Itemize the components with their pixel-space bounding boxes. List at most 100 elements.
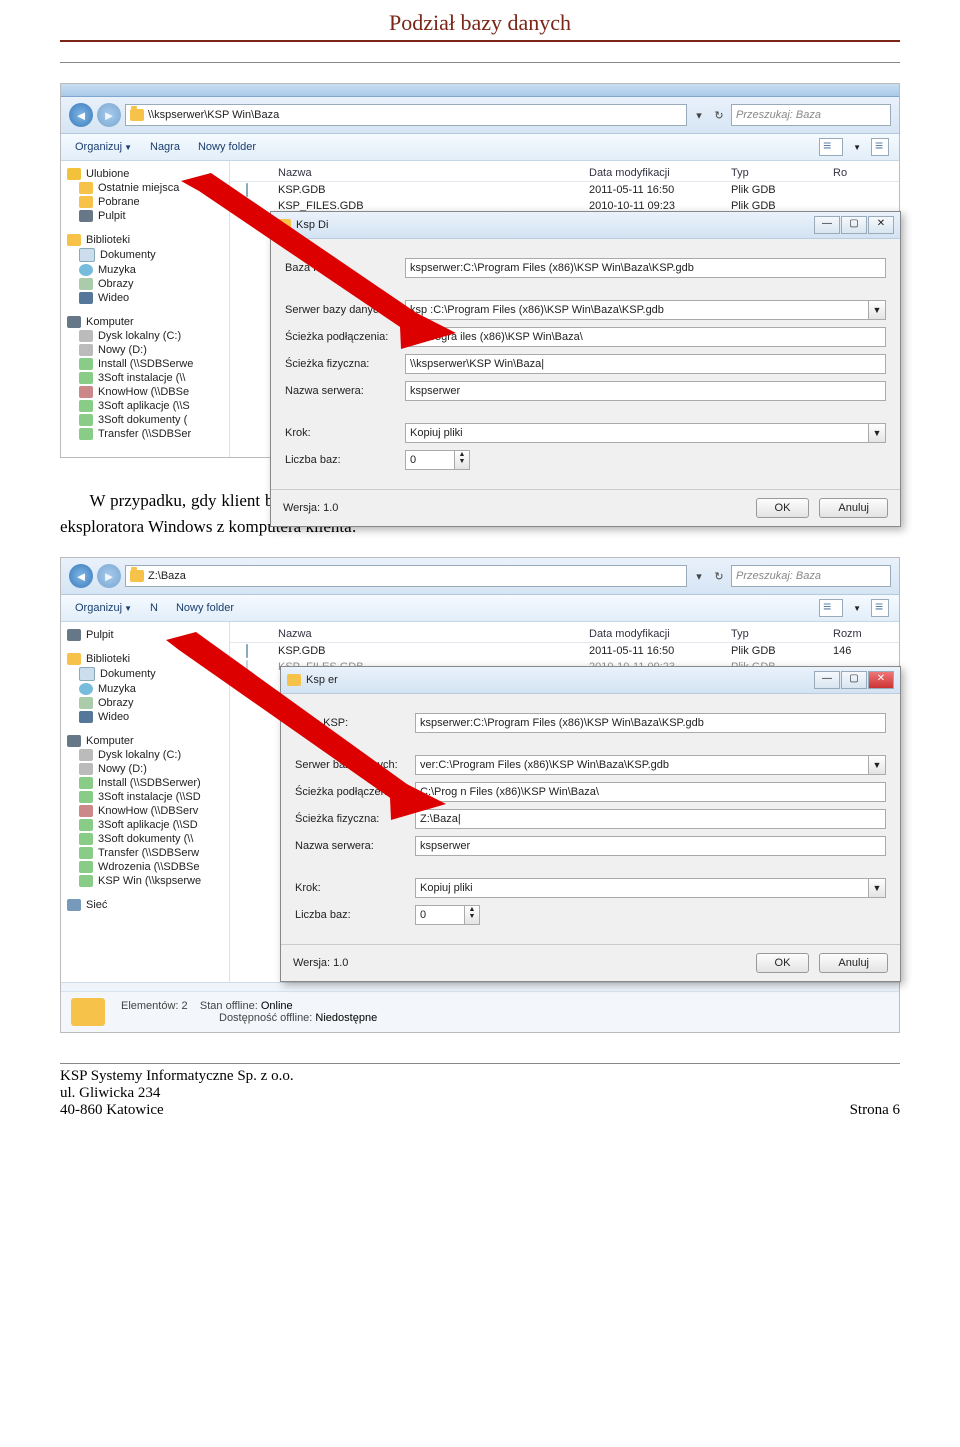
nav-recent[interactable]: Ostatnie miejsca <box>98 182 179 194</box>
count-input[interactable]: 0 <box>405 450 455 470</box>
ok-button[interactable]: OK <box>756 498 810 518</box>
column-headers[interactable]: NazwaData modyfikacjiTypRozm <box>230 622 899 643</box>
nav-desktop[interactable]: Pulpit <box>86 629 114 641</box>
nav-net3[interactable]: KnowHow (\\DBServ <box>98 805 198 817</box>
dropdown-icon[interactable]: ▼ <box>869 300 886 320</box>
nav-net1[interactable]: Install (\\SDBSerwer) <box>98 777 201 789</box>
step-input[interactable]: Kopiuj pliki <box>405 423 869 443</box>
dropdown-icon[interactable]: ▾ <box>691 109 707 122</box>
nav-net7[interactable]: Wdrozenia (\\SDBSe <box>98 861 199 873</box>
address-bar[interactable]: \\kspserwer\KSP Win\Baza <box>125 104 687 126</box>
cancel-button[interactable]: Anuluj <box>819 953 888 973</box>
nav-net2[interactable]: 3Soft instalacje (\\SD <box>98 791 201 803</box>
help-icon[interactable] <box>871 138 889 156</box>
label: Krok: <box>295 882 415 894</box>
ok-button[interactable]: OK <box>756 953 810 973</box>
back-button[interactable]: ◄ <box>69 564 93 588</box>
conn-input[interactable]: C:\Prog n Files (x86)\KSP Win\Baza\ <box>415 782 886 802</box>
view-icon[interactable] <box>819 599 843 617</box>
organize-button[interactable]: Organizuj▼ <box>71 139 136 155</box>
file-row[interactable]: KSP.GDB2011-05-11 16:50Plik GDB146 <box>230 643 899 659</box>
nav-video[interactable]: Wideo <box>98 292 129 304</box>
minimize-button[interactable]: — <box>814 671 840 689</box>
minimize-button[interactable]: — <box>814 216 840 234</box>
app-icon <box>287 674 301 686</box>
view-icon[interactable] <box>819 138 843 156</box>
refresh-icon[interactable]: ↻ <box>711 109 727 122</box>
column-headers[interactable]: NazwaData modyfikacjiTypRo <box>230 161 899 182</box>
spinner[interactable]: ▲▼ <box>465 905 480 925</box>
back-button[interactable]: ◄ <box>69 103 93 127</box>
spinner[interactable]: ▲▼ <box>455 450 470 470</box>
burn-button[interactable]: N <box>146 600 162 616</box>
nav-docs[interactable]: Dokumenty <box>100 249 156 261</box>
step-input[interactable]: Kopiuj pliki <box>415 878 869 898</box>
nav-drive-d[interactable]: Nowy (D:) <box>98 763 147 775</box>
nav-net3[interactable]: KnowHow (\\DBSe <box>98 386 189 398</box>
dropdown-icon[interactable]: ▾ <box>691 570 707 583</box>
nav-downloads[interactable]: Pobrane <box>98 196 140 208</box>
nav-net2[interactable]: 3Soft instalacje (\\ <box>98 372 185 384</box>
name-input[interactable]: kspserwer <box>415 836 886 856</box>
refresh-icon[interactable]: ↻ <box>711 570 727 583</box>
file-row[interactable]: KSP.GDB2011-05-11 16:50Plik GDB <box>230 182 899 198</box>
nav-net4[interactable]: 3Soft aplikacje (\\SD <box>98 819 198 831</box>
nav-docs[interactable]: Dokumenty <box>100 668 156 680</box>
preview-icon[interactable] <box>871 599 889 617</box>
nav-drive-d[interactable]: Nowy (D:) <box>98 344 147 356</box>
nav-drive-c[interactable]: Dysk lokalny (C:) <box>98 330 181 342</box>
conn-input[interactable]: C:\Progra iles (x86)\KSP Win\Baza\ <box>405 327 886 347</box>
nav-net8[interactable]: KSP Win (\\kspserwe <box>98 875 201 887</box>
burn-button[interactable]: Nagra <box>146 139 184 155</box>
dropdown-icon[interactable]: ▼ <box>869 755 886 775</box>
phys-input[interactable]: Z:\Baza| <box>415 809 886 829</box>
folder-icon <box>130 109 144 121</box>
server-input[interactable]: ksp :C:\Program Files (x86)\KSP Win\Baza… <box>405 300 869 320</box>
name-input[interactable]: kspserwer <box>405 381 886 401</box>
label: Baza KSP: <box>295 717 415 729</box>
label: Ścieżka podłączenia: <box>285 331 405 343</box>
nav-net6[interactable]: Transfer (\\SDBSerw <box>98 847 199 859</box>
dropdown-icon[interactable]: ▼ <box>869 878 886 898</box>
fwd-button[interactable]: ► <box>97 103 121 127</box>
server-input[interactable]: ver:C:\Program Files (x86)\KSP Win\Baza\… <box>415 755 869 775</box>
search-input[interactable]: Przeszukaj: Baza <box>731 104 891 126</box>
newfolder-button[interactable]: Nowy folder <box>172 600 238 616</box>
phys-input[interactable]: \\kspserwer\KSP Win\Baza| <box>405 354 886 374</box>
maximize-button[interactable]: ▢ <box>841 671 867 689</box>
nav-net5[interactable]: 3Soft dokumenty (\\ <box>98 833 193 845</box>
ksp-dialog: Ksp Di —▢✕ Baza KSP:kspserwer:C:\Program… <box>270 211 901 527</box>
organize-button[interactable]: Organizuj▼ <box>71 600 136 616</box>
nav-video[interactable]: Wideo <box>98 711 129 723</box>
nav-net4[interactable]: 3Soft aplikacje (\\S <box>98 400 190 412</box>
search-input[interactable]: Przeszukaj: Baza <box>731 565 891 587</box>
nav-computer[interactable]: Komputer <box>86 316 134 328</box>
baza-input[interactable]: kspserwer:C:\Program Files (x86)\KSP Win… <box>415 713 886 733</box>
nav-drive-c[interactable]: Dysk lokalny (C:) <box>98 749 181 761</box>
dropdown-icon[interactable]: ▼ <box>869 423 886 443</box>
close-button[interactable]: ✕ <box>868 671 894 689</box>
nav-net6[interactable]: Transfer (\\SDBSer <box>98 428 191 440</box>
nav-net1[interactable]: Install (\\SDBSerwe <box>98 358 193 370</box>
nav-pictures[interactable]: Obrazy <box>98 697 133 709</box>
baza-input[interactable]: kspserwer:C:\Program Files (x86)\KSP Win… <box>405 258 886 278</box>
sidebar: Ulubione Ostatnie miejsca Pobrane Pulpit… <box>61 161 230 457</box>
nav-computer[interactable]: Komputer <box>86 735 134 747</box>
fav-label[interactable]: Ulubione <box>86 168 129 180</box>
nav-pictures[interactable]: Obrazy <box>98 278 133 290</box>
cancel-button[interactable]: Anuluj <box>819 498 888 518</box>
nav-libraries[interactable]: Biblioteki <box>86 653 130 665</box>
nav-desktop[interactable]: Pulpit <box>98 210 126 222</box>
nav-music[interactable]: Muzyka <box>98 683 136 695</box>
maximize-button[interactable]: ▢ <box>841 216 867 234</box>
nav-music[interactable]: Muzyka <box>98 264 136 276</box>
close-button[interactable]: ✕ <box>868 216 894 234</box>
newfolder-button[interactable]: Nowy folder <box>194 139 260 155</box>
fwd-button[interactable]: ► <box>97 564 121 588</box>
nav-libraries[interactable]: Biblioteki <box>86 234 130 246</box>
count-input[interactable]: 0 <box>415 905 465 925</box>
address-bar[interactable]: Z:\Baza <box>125 565 687 587</box>
label: Nazwa serwera: <box>285 385 405 397</box>
nav-net5[interactable]: 3Soft dokumenty ( <box>98 414 187 426</box>
nav-network[interactable]: Sieć <box>86 899 107 911</box>
